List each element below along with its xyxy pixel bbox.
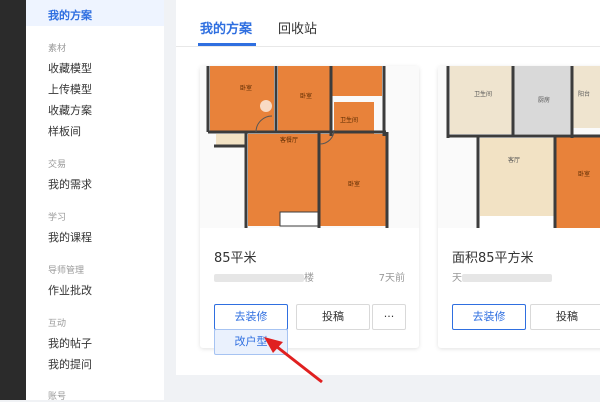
sidebar-item-my-questions[interactable]: 我的提问: [48, 356, 92, 372]
more-button[interactable]: ···: [372, 304, 406, 330]
room-label: 卧室: [300, 92, 312, 100]
sidebar-item-my-requests[interactable]: 我的需求: [48, 176, 92, 192]
sidebar-active-bg: [26, 0, 164, 26]
app-left-edge: [0, 0, 26, 400]
sidebar-section-materials: 素材: [48, 44, 67, 54]
room-label: 客餐厅: [280, 136, 298, 144]
tab-recycle-bin[interactable]: 回收站: [278, 18, 317, 37]
plan-card[interactable]: 卫生间 厨房 阳台 客厅 卧室 面积85平方米 天 去装修 投稿: [438, 66, 600, 348]
tab-bar: 我的方案 回收站: [176, 0, 600, 47]
sidebar-item-my-posts[interactable]: 我的帖子: [48, 335, 92, 351]
floorplan-thumbnail[interactable]: 卫生间 厨房 阳台 客厅 卧室: [438, 66, 600, 228]
sidebar-section-learning: 学习: [48, 213, 67, 223]
floorplan-thumbnail[interactable]: 卧室 卧室 客餐厅 卧室 卫生间: [200, 66, 419, 228]
room-label: 厨房: [538, 96, 550, 104]
submit-button[interactable]: 投稿: [530, 304, 600, 330]
sidebar-item-favorite-plans[interactable]: 收藏方案: [48, 102, 92, 118]
tab-my-plans[interactable]: 我的方案: [200, 18, 252, 37]
plan-meta: 楼: [214, 269, 314, 284]
sidebar-section-interaction: 互动: [48, 319, 67, 329]
plan-meta: 天: [452, 269, 552, 284]
sidebar-item-my-courses[interactable]: 我的课程: [48, 229, 92, 245]
floorplan-image: 卫生间 厨房 阳台 客厅 卧室: [438, 66, 600, 228]
plan-card[interactable]: 卧室 卧室 客餐厅 卧室 卫生间 85平米 楼 7天前 去装修 投稿 ···: [200, 66, 419, 348]
blurred-address: [214, 274, 304, 282]
sidebar: 我的方案 素材 收藏模型 上传模型 收藏方案 样板间 交易 我的需求 学习 我的…: [26, 0, 164, 402]
sidebar-item-favorite-models[interactable]: 收藏模型: [48, 60, 92, 76]
decorate-button[interactable]: 去装修: [452, 304, 526, 330]
sidebar-item-my-plans[interactable]: 我的方案: [48, 7, 92, 23]
room-label: 客厅: [508, 156, 520, 164]
sidebar-item-showroom[interactable]: 样板间: [48, 123, 81, 139]
sidebar-item-grading[interactable]: 作业批改: [48, 282, 92, 298]
room-label: 卫生间: [474, 90, 492, 98]
decorate-button[interactable]: 去装修: [214, 304, 288, 330]
room-label: 卧室: [240, 84, 252, 92]
plan-title: 85平米: [214, 251, 257, 266]
room-label: 阳台: [578, 90, 590, 98]
plan-time: 7天前: [378, 273, 405, 284]
plan-title: 面积85平方米: [452, 251, 534, 266]
sidebar-item-upload-models[interactable]: 上传模型: [48, 81, 92, 97]
submit-button[interactable]: 投稿: [296, 304, 370, 330]
plan-meta-suffix: 楼: [304, 273, 314, 284]
sidebar-section-account: 账号: [48, 392, 67, 402]
sidebar-section-mentor: 导师管理: [48, 266, 85, 276]
active-tab-indicator: [198, 43, 256, 46]
room-label: 卫生间: [340, 116, 358, 124]
sidebar-section-trade: 交易: [48, 160, 67, 170]
floorplan-image: 卧室 卧室 客餐厅 卧室 卫生间: [200, 66, 419, 228]
plan-meta-prefix: 天: [452, 273, 462, 284]
change-floorplan-menu-item[interactable]: 改户型: [214, 329, 288, 355]
room-label: 卧室: [578, 170, 590, 178]
blurred-address: [462, 274, 552, 282]
room-label: 卧室: [348, 180, 360, 188]
